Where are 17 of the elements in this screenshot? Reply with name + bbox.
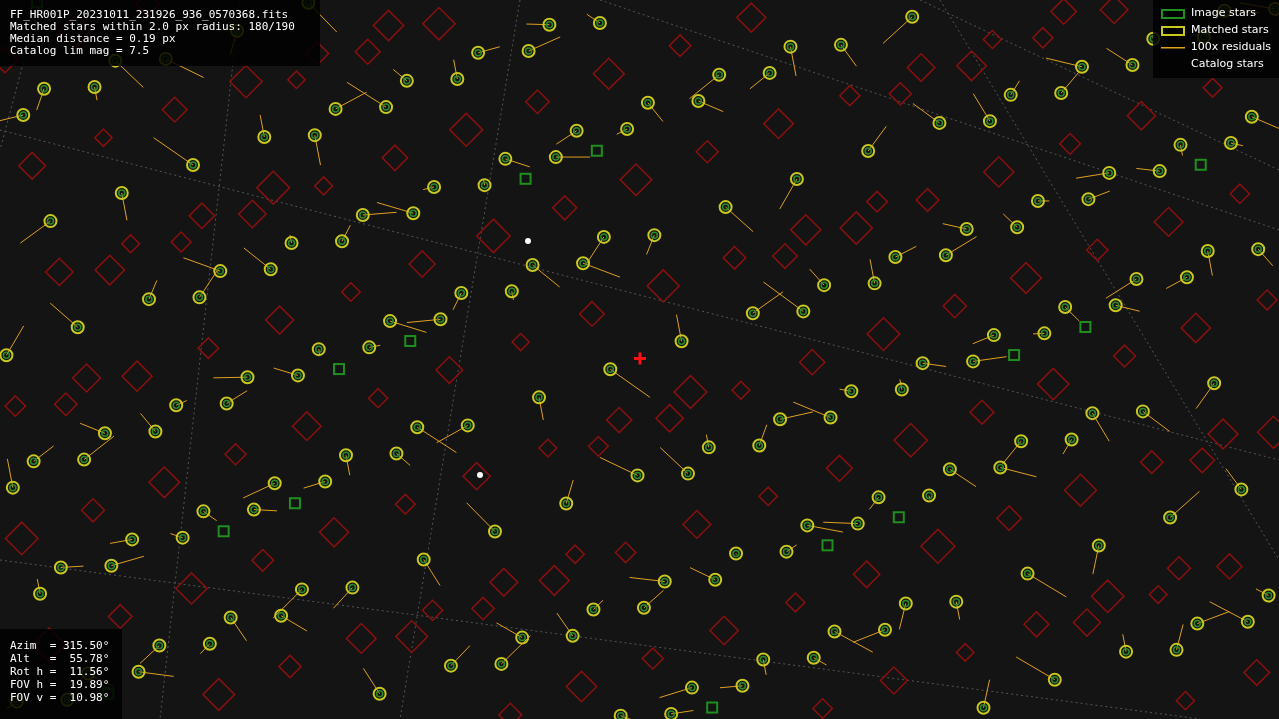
legend-label: Catalog stars bbox=[1191, 56, 1264, 73]
legend-label: 100x residuals bbox=[1190, 39, 1271, 56]
pointing-text: Alt = 55.78° bbox=[10, 652, 111, 665]
info-text: Median distance = 0.19 px bbox=[10, 33, 177, 45]
legend-label: Matched stars bbox=[1191, 22, 1269, 39]
pointing-text: Azim = 315.50° bbox=[10, 639, 111, 652]
rectangle-icon bbox=[1161, 25, 1185, 36]
outlined-rectangle-icon bbox=[1161, 8, 1185, 19]
line-icon bbox=[1161, 46, 1185, 49]
pointing-text: FOV v = 10.98° bbox=[10, 691, 111, 704]
legend-label: Image stars bbox=[1191, 5, 1256, 22]
info-text: Catalog lim mag = 7.5 bbox=[10, 45, 151, 57]
info-text: Matched stars within 2.0 px radius: 180/190 bbox=[10, 21, 296, 33]
center-cross-icon bbox=[634, 352, 646, 365]
info-text: FF_HR001P_20231011_231926_936_0570368.fits bbox=[10, 9, 290, 21]
pointing-text: FOV h = 19.89° bbox=[10, 678, 111, 691]
pointing-text: Rot h = 11.56° bbox=[10, 665, 111, 678]
